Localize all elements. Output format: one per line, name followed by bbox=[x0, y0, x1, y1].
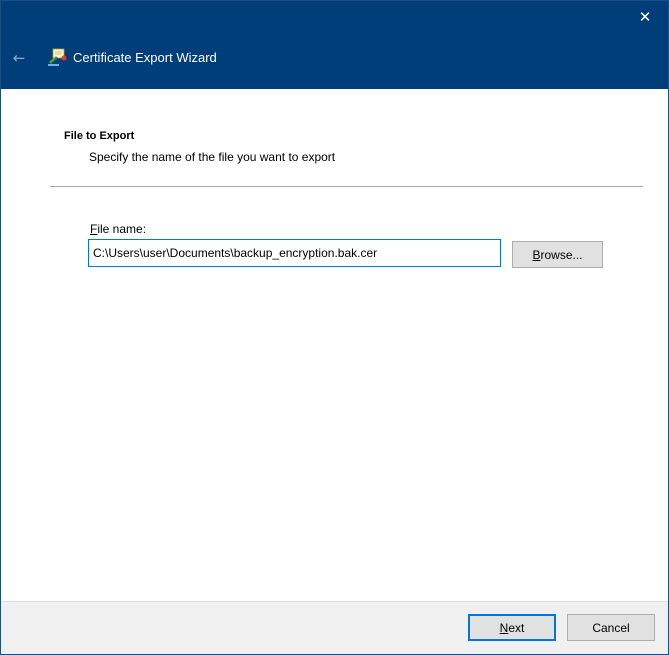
cancel-button[interactable]: Cancel bbox=[567, 614, 655, 641]
wizard-title: Certificate Export Wizard bbox=[73, 50, 217, 65]
page-description: Specify the name of the file you want to… bbox=[89, 150, 336, 164]
back-arrow-icon: ← bbox=[12, 49, 26, 67]
certificate-wizard-icon bbox=[48, 48, 67, 66]
close-button[interactable]: ✕ bbox=[622, 1, 668, 33]
browse-button[interactable]: Browse... bbox=[512, 241, 603, 268]
file-name-input[interactable] bbox=[88, 239, 501, 267]
header-divider bbox=[50, 186, 643, 187]
file-name-label: File name: bbox=[90, 222, 147, 236]
close-icon: ✕ bbox=[638, 8, 652, 26]
next-button[interactable]: Next bbox=[468, 614, 556, 641]
page-title: File to Export bbox=[64, 130, 135, 142]
wizard-header: ✕ ← Certificate Export Wizard bbox=[1, 1, 668, 89]
back-button[interactable]: ← bbox=[7, 46, 31, 70]
certificate-export-wizard-window: ✕ ← Certificate Export Wizard File to Ex… bbox=[0, 0, 669, 655]
